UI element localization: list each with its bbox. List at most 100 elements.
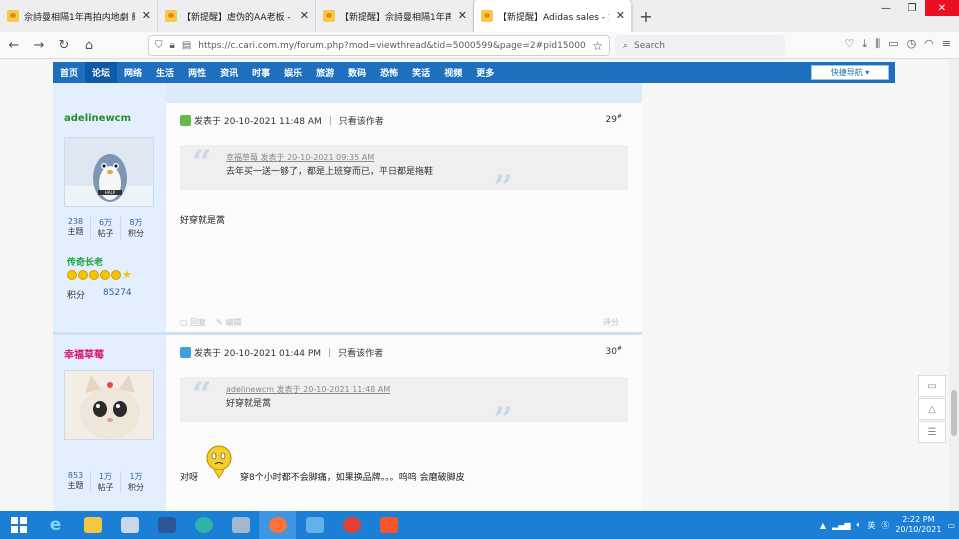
nav-item[interactable]: 娱乐: [277, 66, 309, 79]
tab-favicon: [481, 10, 493, 22]
back-icon[interactable]: ←: [3, 34, 25, 56]
stat-posts[interactable]: 6万 帖子: [91, 217, 121, 239]
history-icon[interactable]: ◷: [907, 37, 917, 51]
search-box[interactable]: ⌕ Search: [615, 35, 785, 56]
only-author-link[interactable]: 只看该作者: [338, 346, 383, 359]
nav-item[interactable]: 论坛: [85, 62, 118, 83]
close-tab-icon[interactable]: ✕: [616, 9, 625, 22]
nav-item[interactable]: 恐怖: [373, 66, 405, 79]
page-scrollbar[interactable]: [949, 60, 959, 511]
menu-icon[interactable]: ≡: [942, 37, 951, 51]
ie-icon[interactable]: e: [37, 511, 74, 539]
bookmark-star-icon[interactable]: ☆: [592, 39, 603, 53]
new-tab-button[interactable]: +: [632, 0, 660, 32]
stat-credits[interactable]: 8万 积分: [121, 217, 151, 239]
nav-item[interactable]: 旅游: [309, 66, 341, 79]
tab-favicon: [7, 10, 19, 22]
quote-source[interactable]: 幸福草莓 发表于 20-10-2021 09:35 AM: [226, 152, 374, 163]
start-icon[interactable]: [0, 511, 37, 539]
restore-icon[interactable]: ❐: [899, 0, 925, 16]
stat-topics[interactable]: 238 主题: [61, 217, 91, 239]
stat-topics[interactable]: 853 主题: [61, 471, 91, 493]
close-tab-icon[interactable]: ✕: [142, 9, 151, 22]
nav-item[interactable]: 网络: [117, 66, 149, 79]
nav-item[interactable]: 数码: [341, 66, 373, 79]
browser-tab-1[interactable]: 佘詩曼相隔1年再拍内地劇 飾霸 ✕: [0, 0, 158, 32]
network-status-icon[interactable]: ▂▄▆: [832, 521, 850, 530]
nav-item[interactable]: 更多: [469, 66, 501, 79]
quote-source[interactable]: adelinewcm 发表于 20-10-2021 11:48 AM: [226, 384, 390, 395]
nav-item[interactable]: 时事: [245, 66, 277, 79]
network-icon[interactable]: [222, 511, 259, 539]
antivirus-icon[interactable]: Ⓢ: [881, 520, 889, 531]
back-to-top-icon[interactable]: △: [918, 398, 946, 420]
reload-icon[interactable]: ↻: [53, 34, 75, 56]
edge-icon[interactable]: [185, 511, 222, 539]
only-author-link[interactable]: 只看该作者: [339, 114, 384, 127]
quote-close-icon: ”: [493, 168, 513, 208]
show-hidden-icons-icon[interactable]: ▲: [820, 521, 826, 530]
nav-item[interactable]: 两性: [181, 66, 213, 79]
post-body: 穿8个小时都不会脚痛，如果换品牌。。。呜呜 会磨破脚皮: [240, 473, 465, 483]
floor-number[interactable]: 29#: [606, 113, 622, 125]
nav-item[interactable]: 资讯: [213, 66, 245, 79]
list-icon[interactable]: ☰: [918, 421, 946, 443]
reply-button[interactable]: ▢ 回复: [180, 317, 206, 328]
author-name[interactable]: adelinewcm: [64, 113, 131, 124]
clock[interactable]: 2:22 PM 20/10/2021: [895, 515, 941, 535]
minimize-icon[interactable]: —: [873, 0, 899, 16]
reader-view-icon[interactable]: ▭: [888, 37, 898, 51]
brave-icon[interactable]: [370, 511, 407, 539]
address-bar[interactable]: ⛉ 🔒︎ ▤ https://c.cari.com.my/forum.php?m…: [148, 35, 610, 56]
paint-icon[interactable]: [111, 511, 148, 539]
forward-icon[interactable]: →: [28, 34, 50, 56]
ime-indicator[interactable]: 英: [867, 520, 875, 531]
floor-number[interactable]: 30#: [606, 345, 622, 357]
side-tools: ▭ △ ☰: [918, 375, 946, 444]
avatar[interactable]: HALP: [64, 137, 154, 207]
edit-button[interactable]: ✎ 编辑: [216, 317, 241, 328]
home-icon[interactable]: ⌂: [78, 34, 100, 56]
notification-icon[interactable]: ▭: [947, 521, 955, 530]
stat-posts[interactable]: 1万 帖子: [91, 471, 121, 493]
post-time: 发表于 20-10-2021 11:48 AM: [194, 117, 322, 127]
browser-tab-3[interactable]: 【新提醒】佘詩曼相隔1年再拍 ✕: [316, 0, 474, 32]
library-icon[interactable]: ⫼: [875, 37, 880, 51]
online-status-icon: [180, 115, 191, 126]
browser-tab-2[interactable]: 【新提醒】虐伪的AA老板 - 国产 ✕: [158, 0, 316, 32]
nav-item[interactable]: 生活: [149, 66, 181, 79]
quick-nav-button[interactable]: 快捷导航 ▾: [811, 65, 889, 80]
chrome-icon[interactable]: [333, 511, 370, 539]
firefox-icon[interactable]: [259, 511, 296, 539]
post-divider: [53, 332, 642, 335]
stat-credits[interactable]: 1万 积分: [121, 471, 151, 493]
divider: |: [328, 115, 332, 126]
nav-item[interactable]: 首页: [53, 66, 85, 79]
file-explorer-icon[interactable]: [74, 511, 111, 539]
user-rank[interactable]: 传奇长老: [67, 255, 103, 268]
author-name[interactable]: 幸福草莓: [64, 346, 104, 361]
search-icon: ⌕: [623, 40, 629, 51]
close-window-icon[interactable]: ✕: [925, 0, 959, 16]
divider: |: [328, 347, 332, 358]
page-info-icon[interactable]: ▤: [182, 40, 191, 51]
volume-icon[interactable]: 🔈︎: [857, 520, 862, 530]
url-text[interactable]: https://c.cari.com.my/forum.php?mod=view…: [198, 41, 586, 51]
download-icon[interactable]: ⤓: [862, 37, 867, 51]
browser-tab-4[interactable]: 【新提醒】Adidas sales - 第2页 ✕: [474, 0, 632, 32]
nav-item[interactable]: 视频: [437, 66, 469, 79]
sync-icon[interactable]: ◠: [924, 37, 934, 51]
word-icon[interactable]: [148, 511, 185, 539]
avatar[interactable]: [64, 370, 154, 440]
notebook-icon[interactable]: [296, 511, 333, 539]
rate-button[interactable]: 评分: [603, 317, 619, 328]
scrollbar-thumb[interactable]: [951, 390, 957, 436]
close-tab-icon[interactable]: ✕: [458, 9, 467, 22]
comment-icon[interactable]: ▭: [918, 375, 946, 397]
shield-icon[interactable]: ⛉: [155, 40, 163, 51]
lock-icon[interactable]: 🔒︎: [170, 40, 175, 51]
tab-favicon: [165, 10, 177, 22]
nav-item[interactable]: 笑话: [405, 66, 437, 79]
pocket-icon[interactable]: ♡: [844, 37, 854, 51]
close-tab-icon[interactable]: ✕: [300, 9, 309, 22]
